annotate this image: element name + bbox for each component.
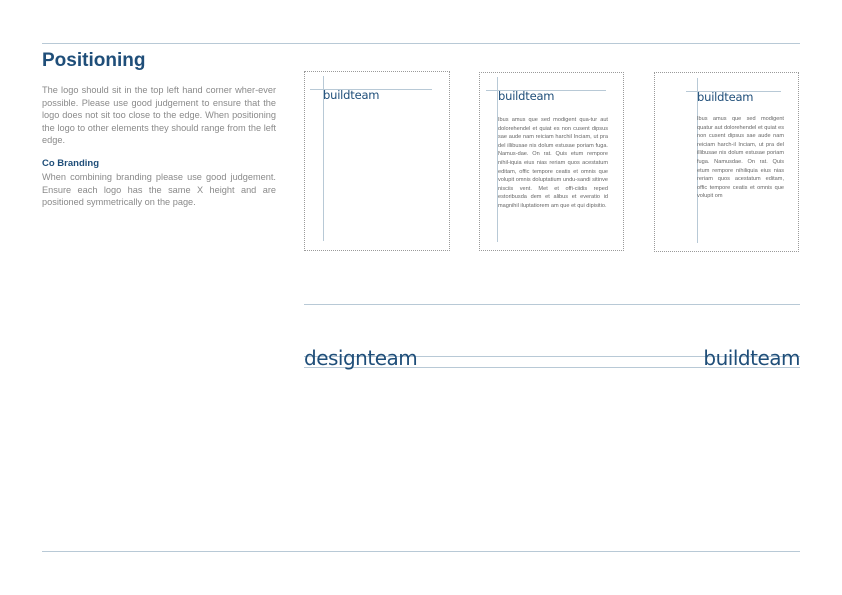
frame2-buildteam-logo: buildteam [498, 89, 555, 103]
frame3-buildteam-logo: buildteam [697, 90, 754, 104]
frame3-sample-text: Ibus amus que sed modigent quatur aut do… [697, 116, 784, 200]
cobranding-heading: Co Branding [42, 158, 99, 169]
top-rule [42, 43, 800, 44]
frame2-sample-text: Ibus amus que sed modigent qua-tur aut d… [498, 117, 608, 209]
cobranding-paragraph: When combining branding please use good … [42, 172, 276, 208]
buildteam-logo: buildteam [703, 346, 800, 370]
page-title: Positioning [42, 50, 146, 71]
designteam-logo: designteam [304, 346, 418, 370]
intro-paragraph: The logo should sit in the top left hand… [42, 85, 276, 146]
frame1-buildteam-logo: buildteam [323, 88, 380, 102]
bottom-rule [42, 551, 800, 552]
middle-rule [304, 304, 800, 305]
